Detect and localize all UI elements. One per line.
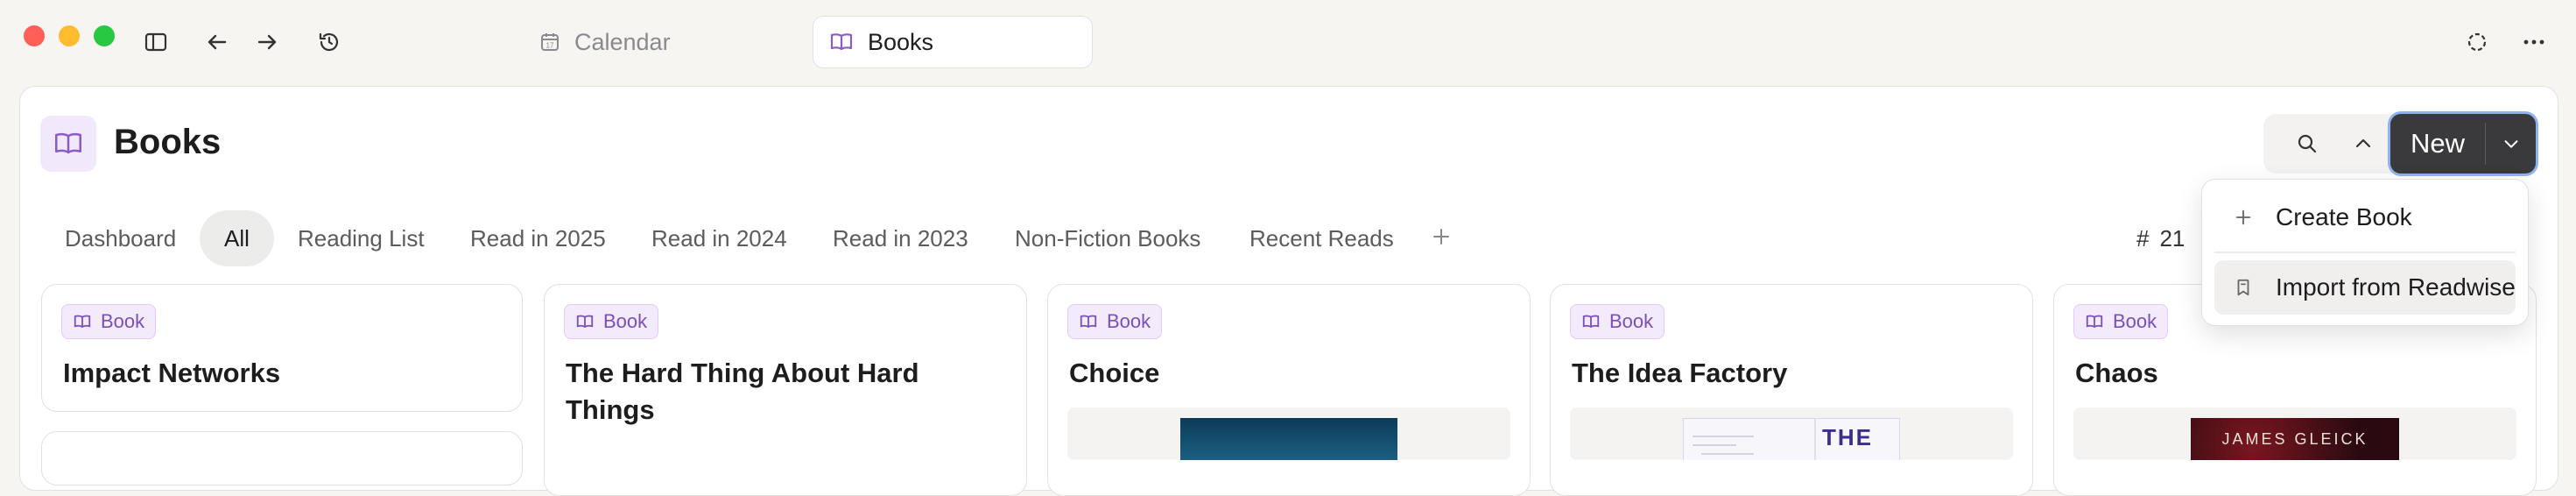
svg-text:17: 17: [546, 42, 554, 50]
book-icon: [575, 314, 595, 329]
sidebar-toggle-icon[interactable]: [138, 25, 173, 60]
add-view-icon[interactable]: [1424, 219, 1459, 254]
book-icon: [2085, 314, 2104, 329]
book-card[interactable]: Book Impact Networks: [41, 284, 523, 412]
plus-icon: [2234, 208, 2253, 227]
cover-text: THE: [1822, 424, 1873, 450]
book-card[interactable]: Book The Hard Thing About Hard Things: [544, 284, 1027, 496]
calendar-icon: 17: [539, 32, 560, 53]
card-title: Choice: [1069, 358, 1160, 388]
cover-area: [1067, 407, 1510, 460]
search-icon[interactable]: [2290, 126, 2325, 161]
book-card[interactable]: Book Choice: [1047, 284, 1531, 496]
type-badge: Book: [1067, 304, 1163, 339]
book-icon: [40, 116, 96, 172]
badge-label: Book: [1609, 310, 1654, 332]
page-title: Books: [114, 123, 222, 161]
badge-label: Book: [101, 310, 145, 332]
close-window-button[interactable]: [24, 25, 45, 46]
book-icon: [73, 314, 92, 329]
import-from-readwise-menu-item[interactable]: Import from Readwise: [2214, 260, 2516, 315]
card-title: The Hard Thing About Hard Things: [566, 358, 919, 425]
view-tab-non-fiction-books[interactable]: Non-Fiction Books: [1015, 210, 1200, 266]
type-badge: Book: [564, 304, 659, 339]
sync-status-icon[interactable]: [2460, 25, 2495, 60]
menu-item-label: Create Book: [2276, 203, 2412, 230]
book-icon: [1079, 314, 1098, 329]
book-icon: [829, 32, 854, 53]
view-tab-recent-reads[interactable]: Recent Reads: [1249, 210, 1394, 266]
book-card[interactable]: [41, 431, 523, 485]
item-count: # 21: [2136, 214, 2185, 263]
new-button[interactable]: New: [2390, 114, 2536, 174]
type-badge: Book: [1570, 304, 1665, 339]
bookmark-icon: [2234, 278, 2253, 297]
back-arrow-icon[interactable]: [200, 25, 235, 60]
title-bar: 17 Calendar Books: [0, 0, 2576, 84]
history-icon[interactable]: [312, 25, 347, 60]
chevron-down-icon[interactable]: [2486, 114, 2536, 174]
book-cover-image: THE: [1683, 418, 1900, 460]
view-tab-read-in-2024[interactable]: Read in 2024: [651, 210, 787, 266]
badge-label: Book: [1107, 310, 1151, 332]
zoom-window-button[interactable]: [94, 25, 115, 46]
card-title: Impact Networks: [63, 358, 281, 388]
menu-item-label: Import from Readwise: [2276, 273, 2516, 301]
new-button-label[interactable]: New: [2390, 114, 2485, 174]
count-symbol: #: [2136, 224, 2150, 252]
chevron-up-icon[interactable]: [2346, 126, 2381, 161]
tab-label: Books: [868, 28, 934, 55]
view-tab-read-in-2025[interactable]: Read in 2025: [470, 210, 606, 266]
book-icon: [1581, 314, 1601, 329]
book-card[interactable]: Book The Idea Factory THE: [1550, 284, 2033, 496]
more-options-icon[interactable]: [2516, 25, 2551, 60]
forward-arrow-icon[interactable]: [250, 25, 285, 60]
book-cover-image: JAMES GLEICK: [2191, 418, 2399, 460]
tab-label: Calendar: [574, 28, 671, 55]
minimize-window-button[interactable]: [59, 25, 80, 46]
count-value: 21: [2159, 224, 2185, 252]
cover-area: JAMES GLEICK: [2073, 407, 2516, 460]
badge-label: Book: [2113, 310, 2157, 332]
type-badge: Book: [61, 304, 157, 339]
view-tab-dashboard[interactable]: Dashboard: [65, 210, 176, 266]
card-title: Chaos: [2075, 358, 2158, 388]
type-badge: Book: [2073, 304, 2169, 339]
view-tab-reading-list[interactable]: Reading List: [298, 210, 425, 266]
cover-text: JAMES GLEICK: [2221, 430, 2368, 448]
new-dropdown-menu: Create Book Import from Readwise: [2201, 179, 2529, 326]
menu-divider: [2214, 252, 2516, 253]
badge-label: Book: [603, 310, 648, 332]
view-tab-read-in-2023[interactable]: Read in 2023: [833, 210, 968, 266]
book-cover-image: [1180, 418, 1397, 460]
create-book-menu-item[interactable]: Create Book: [2214, 190, 2516, 244]
cover-area: THE: [1570, 407, 2013, 460]
tab-books[interactable]: Books: [813, 16, 1093, 68]
view-tab-all[interactable]: All: [200, 210, 274, 266]
tab-calendar[interactable]: 17 Calendar: [539, 16, 671, 68]
card-title: The Idea Factory: [1572, 358, 1788, 388]
